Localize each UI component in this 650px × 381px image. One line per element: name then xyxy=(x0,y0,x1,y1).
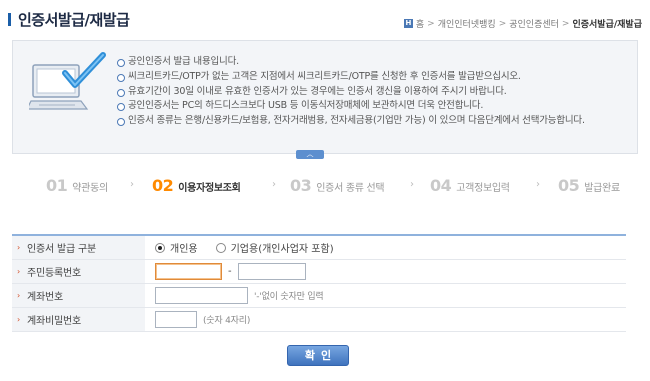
step-label: 고객정보입력 xyxy=(456,183,510,194)
step-indicator: 01 약관동의 › 02 이용자정보조회 › 03 인증서 종류 선택 › 04… xyxy=(46,176,646,198)
step-label: 발급완료 xyxy=(584,183,620,194)
step-label: 이용자정보조회 xyxy=(178,183,241,194)
radio-business[interactable]: 기업용(개인사업자 포함) xyxy=(215,240,334,255)
form-row-cert-type: › 인증서 발급 구분 개인용 기업용(개인사업자 포함) xyxy=(12,236,626,260)
step-label: 약관동의 xyxy=(72,183,108,194)
account-pw-label: 계좌비밀번호 xyxy=(27,316,81,327)
account-pw-hint: (숫자 4자리) xyxy=(203,316,251,326)
account-no-input[interactable] xyxy=(155,287,248,304)
step-arrow-icon: › xyxy=(536,179,540,190)
account-no-hint: '-'없이 숫자만 입력 xyxy=(254,292,324,302)
radio-business-label[interactable]: 기업용(개인사업자 포함) xyxy=(231,240,334,255)
breadcrumb: H 홈 > 개인인터넷뱅킹 > 공인인증센터 > 인증서발급/재발급 xyxy=(403,17,642,30)
row-arrow-icon: › xyxy=(17,267,20,276)
form-row-account-pw: › 계좌비밀번호 (숫자 4자리) xyxy=(12,308,626,332)
account-pw-input[interactable] xyxy=(155,311,197,328)
info-note: 공인인증서 발급 내용입니다. xyxy=(117,55,627,70)
breadcrumb-current: 인증서발급/재발급 xyxy=(572,20,642,30)
form-row-resident-no: › 주민등록번호 - xyxy=(12,260,626,284)
confirm-button[interactable]: 확인 xyxy=(287,345,349,366)
info-note: 유효기간이 30일 이내로 유효한 인증서가 있는 경우에는 인증서 갱신을 이… xyxy=(117,85,627,100)
info-notes: 공인인증서 발급 내용입니다. 씨크리트카드/OTP가 없는 고객은 지점에서 … xyxy=(117,55,627,129)
computer-check-icon xyxy=(29,52,106,110)
step-5: 05 발급완료 xyxy=(558,176,620,195)
step-number: 02 xyxy=(152,176,174,195)
radio-personal-label[interactable]: 개인용 xyxy=(170,240,198,255)
home-icon[interactable]: H xyxy=(403,19,413,28)
breadcrumb-separator: > xyxy=(498,18,507,29)
page-header: 인증서발급/재발급 H 홈 > 개인인터넷뱅킹 > 공인인증센터 > 인증서발급… xyxy=(0,0,650,38)
row-arrow-icon: › xyxy=(17,315,20,324)
account-no-label: 계좌번호 xyxy=(27,292,63,303)
resident-no-dash: - xyxy=(228,266,232,277)
step-3: 03 인증서 종류 선택 xyxy=(290,176,385,195)
user-info-form: › 인증서 발급 구분 개인용 기업용(개인사업자 포함) › 주민등록번호 - xyxy=(12,234,626,332)
info-note: 인증서 종류는 은행/신용카드/보험용, 전자거래범용, 전자세금용(기업만 가… xyxy=(117,114,627,129)
radio-personal[interactable]: 개인용 xyxy=(155,240,198,255)
step-label: 인증서 종류 선택 xyxy=(316,183,385,194)
row-arrow-icon: › xyxy=(17,291,20,300)
title-bullet xyxy=(8,13,11,26)
row-label: › 인증서 발급 구분 xyxy=(12,236,145,259)
step-number: 03 xyxy=(290,176,312,195)
collapse-info-button[interactable]: ︿ xyxy=(296,150,324,159)
cert-type-field: 개인용 기업용(개인사업자 포함) xyxy=(145,236,626,259)
step-2: 02 이용자정보조회 xyxy=(152,176,241,195)
step-number: 04 xyxy=(430,176,452,195)
radio-button-checked[interactable] xyxy=(155,242,165,253)
resident-no-label: 주민등록번호 xyxy=(27,268,81,279)
step-4: 04 고객정보입력 xyxy=(430,176,510,195)
info-note: 씨크리트카드/OTP가 없는 고객은 지점에서 씨크리트카드/OTP를 신청한 … xyxy=(117,70,627,85)
row-label: › 계좌비밀번호 xyxy=(12,308,145,331)
breadcrumb-separator: > xyxy=(427,18,435,29)
info-note: 공인인증서는 PC의 하드디스크보다 USB 등 이동식저장매체에 보관하시면 … xyxy=(117,99,627,114)
breadcrumb-separator: > xyxy=(561,18,570,29)
breadcrumb-item-home[interactable]: 홈 xyxy=(416,17,424,30)
radio-button[interactable] xyxy=(215,242,226,253)
breadcrumb-item-cert-center[interactable]: 공인인증센터 xyxy=(509,17,559,30)
step-arrow-icon: › xyxy=(410,179,414,190)
step-arrow-icon: › xyxy=(272,179,276,190)
row-label: › 주민등록번호 xyxy=(12,260,145,283)
cert-type-label: 인증서 발급 구분 xyxy=(27,244,96,255)
step-1: 01 약관동의 xyxy=(46,176,108,195)
form-row-account-no: › 계좌번호 '-'없이 숫자만 입력 xyxy=(12,284,626,308)
step-number: 01 xyxy=(46,176,68,195)
step-number: 05 xyxy=(558,176,580,195)
row-arrow-icon: › xyxy=(17,243,20,252)
row-label: › 계좌번호 xyxy=(12,284,145,307)
account-no-field: '-'없이 숫자만 입력 xyxy=(145,284,626,307)
resident-no-first-input[interactable] xyxy=(155,263,222,280)
account-pw-field: (숫자 4자리) xyxy=(145,308,626,331)
step-arrow-icon: › xyxy=(130,179,134,190)
page-title: 인증서발급/재발급 xyxy=(18,11,130,29)
info-box: 공인인증서 발급 내용입니다. 씨크리트카드/OTP가 없는 고객은 지점에서 … xyxy=(12,40,638,154)
resident-no-second-input[interactable] xyxy=(237,263,306,280)
breadcrumb-item-personal-banking[interactable]: 개인인터넷뱅킹 xyxy=(438,17,496,30)
resident-no-field: - xyxy=(145,260,626,283)
